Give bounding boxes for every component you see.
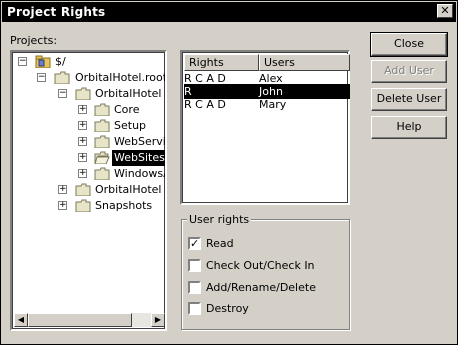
add-rename-delete-checkbox[interactable] bbox=[188, 281, 201, 294]
expand-icon[interactable]: + bbox=[78, 169, 87, 178]
user-cell: Mary bbox=[259, 98, 287, 111]
title-bar: Project Rights ✕ bbox=[2, 2, 456, 22]
folder-icon bbox=[94, 135, 110, 148]
scroll-left-icon[interactable]: ◀ bbox=[14, 313, 28, 327]
database-icon bbox=[35, 55, 51, 68]
read-label: Read bbox=[206, 237, 234, 250]
add-rename-delete-label: Add/Rename/Delete bbox=[206, 281, 316, 294]
folder-icon bbox=[75, 183, 91, 196]
expand-icon[interactable]: + bbox=[58, 185, 67, 194]
tree-node-label: WebSites bbox=[112, 150, 165, 166]
tree-node-label: OrbitalHotel Re bbox=[95, 183, 165, 196]
project-tree[interactable]: − $/ − OrbitalHotel.root − OrbitalHotel bbox=[10, 50, 167, 331]
tree-node-label: $/ bbox=[55, 55, 66, 68]
folder-icon bbox=[75, 199, 91, 212]
window-title: Project Rights bbox=[7, 5, 106, 19]
rights-users-list[interactable]: Rights Users R C A D Alex R John R C A D… bbox=[180, 50, 350, 205]
close-icon[interactable]: ✕ bbox=[437, 4, 453, 18]
rights-cell: R C A D bbox=[184, 98, 226, 111]
checkout-checkin-label: Check Out/Check In bbox=[206, 259, 315, 272]
destroy-label: Destroy bbox=[206, 302, 249, 315]
open-folder-icon bbox=[94, 151, 110, 164]
expand-icon[interactable]: + bbox=[78, 121, 87, 130]
read-checkbox[interactable]: ✓ bbox=[188, 237, 201, 250]
close-button[interactable]: Close bbox=[370, 32, 448, 57]
collapse-icon[interactable]: − bbox=[58, 89, 67, 98]
folder-icon bbox=[54, 71, 70, 84]
folder-icon bbox=[94, 103, 110, 116]
folder-icon bbox=[94, 119, 110, 132]
tree-node-label: WindowsAp bbox=[114, 167, 165, 180]
column-header-users[interactable]: Users bbox=[259, 54, 350, 71]
tree-node-label: Snapshots bbox=[95, 199, 153, 212]
expand-icon[interactable]: + bbox=[58, 201, 67, 210]
list-row[interactable]: R C A D Mary bbox=[184, 97, 350, 112]
checkout-checkin-checkbox[interactable] bbox=[188, 259, 201, 272]
expand-icon[interactable]: + bbox=[78, 137, 87, 146]
tree-node-label: Core bbox=[114, 103, 140, 116]
tree-node-label: OrbitalHotel bbox=[95, 87, 162, 100]
delete-user-button[interactable]: Delete User bbox=[371, 88, 447, 111]
folder-icon bbox=[75, 87, 91, 100]
tree-node-label: WebServic bbox=[114, 135, 167, 148]
user-rights-label: User rights bbox=[187, 213, 252, 226]
project-rights-dialog: Project Rights ✕ Projects: − $/ − Orbita… bbox=[0, 0, 458, 345]
projects-label: Projects: bbox=[10, 34, 58, 47]
expand-icon[interactable]: + bbox=[78, 153, 87, 162]
add-user-button[interactable]: Add User bbox=[371, 60, 447, 83]
folder-icon bbox=[94, 167, 110, 180]
scroll-right-icon[interactable]: ▶ bbox=[151, 313, 165, 327]
help-button[interactable]: Help bbox=[371, 116, 447, 139]
tree-horizontal-scrollbar[interactable]: ◀ ▶ bbox=[14, 313, 165, 327]
scroll-thumb[interactable] bbox=[28, 313, 132, 327]
tree-node-label: OrbitalHotel.root bbox=[75, 71, 167, 84]
collapse-icon[interactable]: − bbox=[18, 57, 27, 66]
tree-node-label: Setup bbox=[114, 119, 147, 132]
column-header-rights[interactable]: Rights bbox=[184, 54, 259, 71]
destroy-checkbox[interactable] bbox=[188, 302, 201, 315]
expand-icon[interactable]: + bbox=[78, 105, 87, 114]
collapse-icon[interactable]: − bbox=[37, 73, 46, 82]
